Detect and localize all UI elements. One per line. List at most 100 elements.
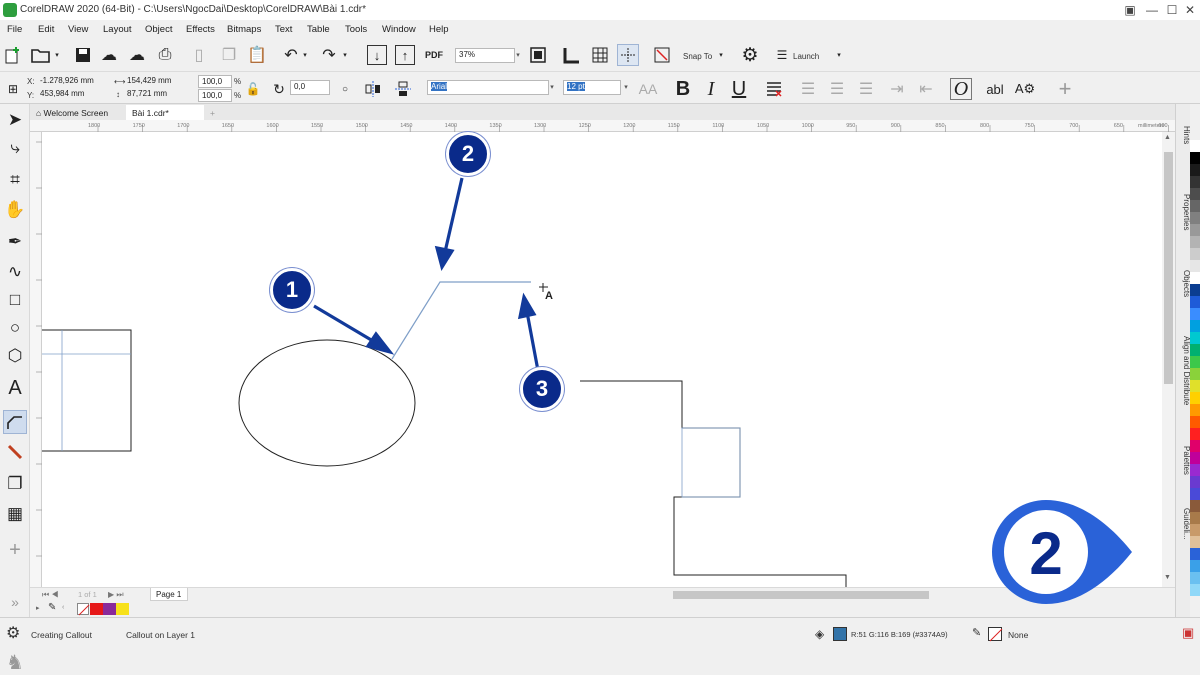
cloud-upload-icon[interactable]: ☁	[98, 44, 120, 66]
horizontal-scroll-thumb[interactable]	[673, 591, 929, 599]
show-rulers-icon[interactable]	[561, 44, 583, 66]
launch-button[interactable]: Launch	[793, 52, 819, 61]
save-icon[interactable]	[72, 44, 94, 66]
palette-swatch[interactable]	[1190, 164, 1200, 176]
palette-swatch[interactable]	[1190, 452, 1200, 464]
palette-swatch[interactable]	[1190, 392, 1200, 404]
palette-swatch[interactable]	[1190, 344, 1200, 356]
launch-dropdown-icon[interactable]: ▾	[834, 44, 844, 66]
menu-window[interactable]: Window	[382, 24, 416, 35]
menu-edit[interactable]: Edit	[38, 24, 54, 35]
font-list-field[interactable]: Arial	[427, 80, 549, 95]
menu-table[interactable]: Table	[307, 24, 330, 35]
palette-swatch[interactable]	[1190, 380, 1200, 392]
palette-swatch[interactable]	[1190, 524, 1200, 536]
palette-swatch[interactable]	[1190, 248, 1200, 260]
palette-swatch[interactable]	[1190, 176, 1200, 188]
palette-swatch[interactable]	[1190, 404, 1200, 416]
window-mode-icon[interactable]: ▣	[1182, 625, 1194, 641]
palette-swatch[interactable]	[1190, 332, 1200, 344]
zoom-dropdown-icon[interactable]: ▾	[513, 48, 523, 63]
text-frame-button[interactable]: O	[950, 78, 972, 100]
menu-effects[interactable]: Effects	[186, 24, 215, 35]
palette-swatch[interactable]	[1190, 512, 1200, 524]
swatch-yellow[interactable]	[116, 603, 129, 615]
menu-file[interactable]: File	[7, 24, 22, 35]
palette-swatch[interactable]	[1190, 296, 1200, 308]
add-tab-button[interactable]: +	[204, 105, 221, 120]
help-window-icon[interactable]: ▣	[1118, 2, 1142, 18]
swatch-purple[interactable]	[103, 603, 116, 615]
palette-menu-icon[interactable]: ▸	[36, 604, 40, 612]
mirror-horizontal-icon[interactable]	[362, 78, 384, 100]
paste-icon[interactable]: 📋	[246, 44, 268, 66]
fill-color-swatch[interactable]	[833, 627, 847, 641]
palette-swatch[interactable]	[1190, 548, 1200, 560]
snap-off-icon[interactable]	[651, 44, 673, 66]
page-nav-last-icon[interactable]: ▶ ⏭	[108, 590, 124, 600]
full-screen-icon[interactable]	[527, 44, 549, 66]
rectangle-tool-icon[interactable]: □	[3, 288, 27, 312]
zoom-level-field[interactable]: 37%	[455, 48, 515, 63]
palette-swatch[interactable]	[1190, 560, 1200, 572]
font-dropdown-icon[interactable]: ▾	[547, 80, 557, 95]
redo-icon[interactable]: ↷	[318, 44, 340, 66]
left-rectangle-object[interactable]	[42, 329, 132, 452]
cloud-download-icon[interactable]: ☁	[126, 44, 148, 66]
palette-swatch[interactable]	[1190, 440, 1200, 452]
polygon-tool-icon[interactable]: ⬡	[3, 344, 27, 368]
menu-layout[interactable]: Layout	[103, 24, 132, 35]
menu-object[interactable]: Object	[145, 24, 172, 35]
swatch-none[interactable]	[77, 603, 90, 616]
edit-text-button[interactable]: abl	[984, 78, 1006, 100]
vertical-scroll-thumb[interactable]	[1164, 152, 1173, 384]
menu-help[interactable]: Help	[429, 24, 449, 35]
increase-indent-icon[interactable]: ⇥	[886, 78, 908, 100]
text-align-icon[interactable]	[763, 78, 785, 100]
palette-swatch[interactable]	[1190, 212, 1200, 224]
transparency-tool-icon[interactable]: ▦	[3, 502, 27, 526]
palette-swatch[interactable]	[1190, 224, 1200, 236]
palette-swatch[interactable]	[1190, 536, 1200, 548]
vertical-ruler[interactable]	[30, 132, 42, 587]
menu-view[interactable]: View	[68, 24, 88, 35]
rotation-icon[interactable]: ↻	[268, 78, 290, 100]
font-size-dropdown-icon[interactable]: ▾	[621, 80, 631, 95]
palette-swatch[interactable]	[1190, 356, 1200, 368]
eyedropper-icon[interactable]: ✎	[48, 602, 56, 613]
palette-scroll-left-icon[interactable]: ‹	[62, 604, 64, 611]
close-button[interactable]: ✕	[1178, 2, 1200, 18]
pen-tool-icon[interactable]: ✒	[3, 230, 27, 254]
decrease-indent-icon[interactable]: ⇤	[915, 78, 937, 100]
docker-guidelines[interactable]: Guideli...	[1176, 508, 1191, 540]
palette-swatch[interactable]	[1190, 200, 1200, 212]
palette-swatch[interactable]	[1190, 464, 1200, 476]
export-icon[interactable]: ↑	[395, 45, 415, 65]
scale-y-field[interactable]: 100,0	[198, 89, 232, 102]
show-grid-icon[interactable]	[589, 44, 611, 66]
launch-icon[interactable]: ☰	[771, 44, 793, 66]
docker-palettes[interactable]: Palettes	[1176, 446, 1191, 475]
bullet-list-icon[interactable]: ☰	[797, 78, 819, 100]
pan-tool-icon[interactable]: ✋	[3, 198, 27, 222]
connector-tool-icon[interactable]	[3, 410, 27, 434]
expand-toolbox-icon[interactable]: »	[3, 590, 27, 614]
cut-icon[interactable]: ▯	[188, 44, 210, 66]
y-position-field[interactable]: 453,984 mm	[37, 88, 107, 103]
ellipse-tool-icon[interactable]: ○	[3, 316, 27, 340]
palette-swatch[interactable]	[1190, 488, 1200, 500]
show-guidelines-icon[interactable]	[617, 44, 639, 66]
text-properties-icon[interactable]: A⚙	[1014, 78, 1036, 100]
mirror-vertical-icon[interactable]	[392, 78, 414, 100]
docker-objects[interactable]: Objects	[1176, 270, 1191, 297]
blend-tool-icon[interactable]	[3, 440, 27, 464]
drop-shadow-tool-icon[interactable]: ❐	[3, 472, 27, 496]
reference-point-icon[interactable]: ⊞	[2, 78, 24, 100]
scale-x-field[interactable]: 100,0	[198, 75, 232, 88]
palette-swatch[interactable]	[1190, 188, 1200, 200]
menu-text[interactable]: Text	[275, 24, 292, 35]
docker-hints[interactable]: Hints	[1176, 126, 1191, 144]
palette-swatch[interactable]	[1190, 476, 1200, 488]
drop-cap-icon[interactable]: ☰	[855, 78, 877, 100]
crop-tool-icon[interactable]: ⌗	[3, 168, 27, 192]
